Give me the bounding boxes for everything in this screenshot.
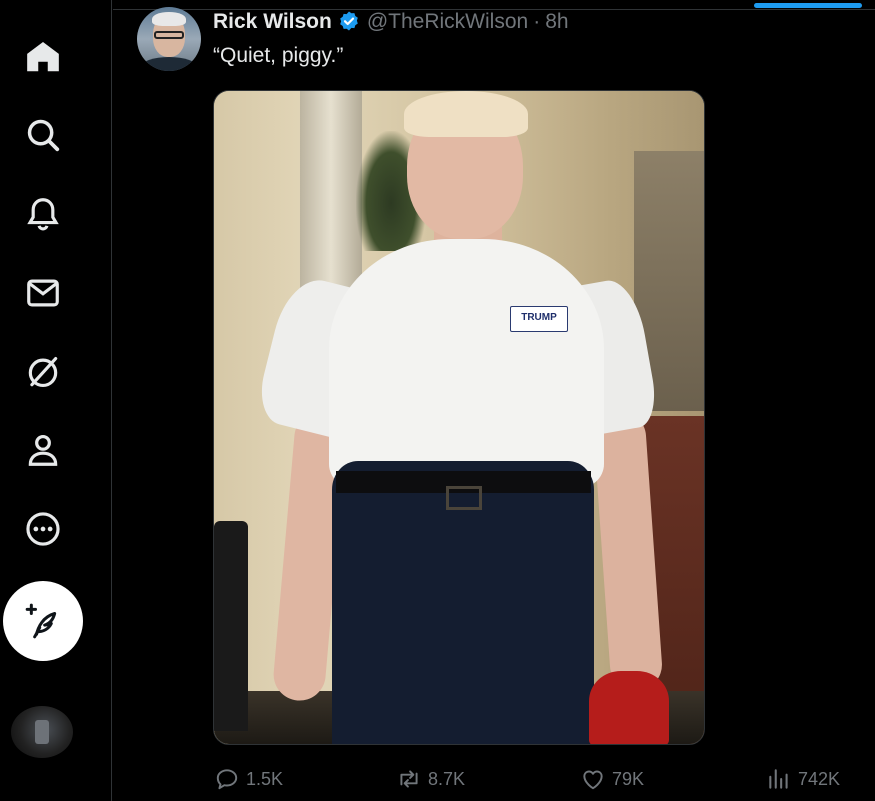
- reply-button[interactable]: 1.5K: [214, 766, 283, 792]
- tweet-header: Rick Wilson @TheRickWilson · 8h: [213, 9, 569, 35]
- reply-icon: [216, 769, 238, 790]
- views-count: 742K: [798, 768, 841, 789]
- views-button[interactable]: 742K: [766, 766, 840, 792]
- verified-badge-icon: [337, 10, 361, 34]
- envelope-icon[interactable]: [22, 272, 64, 314]
- compose-button[interactable]: [3, 581, 83, 661]
- tweet-text: “Quiet, piggy.”: [213, 44, 344, 67]
- tweet-photo[interactable]: TRUMP: [213, 90, 705, 745]
- like-count: 79K: [612, 768, 645, 789]
- repost-button[interactable]: 8.7K: [396, 766, 465, 792]
- reply-count: 1.5K: [246, 768, 284, 789]
- repost-icon: [400, 770, 418, 788]
- more-circle-icon[interactable]: [22, 508, 64, 550]
- search-icon[interactable]: [22, 114, 64, 156]
- views-chart-icon: [769, 769, 788, 789]
- like-button[interactable]: 79K: [580, 766, 644, 792]
- author-name[interactable]: Rick Wilson: [213, 10, 332, 34]
- repost-count: 8.7K: [428, 768, 466, 789]
- author-handle[interactable]: @TheRickWilson: [367, 10, 528, 34]
- tweet-timestamp[interactable]: 8h: [545, 10, 568, 34]
- bell-icon[interactable]: [22, 193, 64, 235]
- grok-icon[interactable]: [22, 351, 64, 393]
- author-avatar[interactable]: [137, 7, 201, 71]
- person-icon[interactable]: [22, 429, 64, 471]
- account-avatar[interactable]: [11, 706, 73, 758]
- shirt-logo: TRUMP: [510, 306, 568, 332]
- heart-icon: [583, 770, 603, 790]
- compose-feather-icon: [25, 603, 57, 639]
- tweet-action-bar: 1.5K 8.7K 79K 742K: [0, 760, 875, 800]
- top-accent-bar: [754, 3, 862, 8]
- separator-dot: ·: [533, 10, 541, 33]
- home-icon[interactable]: [22, 36, 64, 78]
- left-nav-rail: [0, 0, 112, 801]
